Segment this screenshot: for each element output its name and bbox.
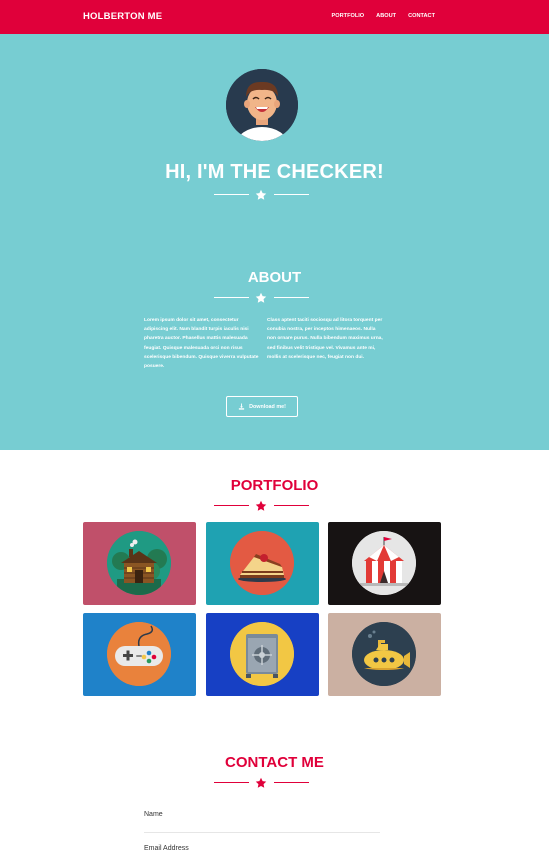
portfolio-title: PORTFOLIO	[230, 477, 319, 494]
nav-link-about[interactable]: ABOUT	[376, 13, 396, 19]
download-button[interactable]: Download me!	[226, 396, 298, 417]
about-text-right: Class aptent taciti sociosqu ad litora t…	[267, 318, 383, 360]
star-icon	[255, 292, 267, 303]
safe-icon	[230, 622, 294, 686]
name-field[interactable]	[144, 820, 380, 842]
avatar-illustration	[226, 69, 298, 141]
star-icon	[255, 500, 267, 511]
portfolio-tile-safe[interactable]	[206, 613, 319, 696]
portfolio-tile-circus-tent[interactable]	[328, 522, 441, 605]
portfolio-divider	[214, 500, 309, 512]
nav-links: PORTFOLIO ABOUT CONTACT	[332, 13, 435, 19]
name-field-label: Name	[144, 811, 163, 818]
star-icon	[255, 189, 267, 200]
navbar: HOLBERTON ME PORTFOLIO ABOUT CONTACT	[0, 0, 549, 34]
cake-icon	[230, 531, 294, 595]
brand-logo[interactable]: HOLBERTON ME	[83, 11, 162, 22]
contact-title: CONTACT ME	[225, 754, 324, 771]
circus-tent-icon	[352, 531, 416, 595]
hero-title: HI, I'M THE CHECKER!	[165, 161, 384, 183]
contact-divider	[214, 777, 309, 789]
about-text-left: Lorem ipsum dolor sit amet, consectetur …	[144, 318, 259, 370]
name-field-underline	[144, 832, 380, 833]
avatar	[226, 69, 298, 141]
download-icon	[238, 403, 245, 410]
nav-link-portfolio[interactable]: PORTFOLIO	[332, 13, 365, 19]
download-button-label: Download me!	[249, 403, 286, 410]
portfolio-tile-game-controller[interactable]	[83, 613, 196, 696]
portfolio-tile-cabin[interactable]	[83, 522, 196, 605]
hero-divider	[214, 189, 309, 201]
page: HOLBERTON ME PORTFOLIO ABOUT CONTACT HI,…	[0, 0, 549, 854]
nav-link-contact[interactable]: CONTACT	[408, 13, 435, 19]
cabin-icon	[107, 531, 171, 595]
hero-section: HI, I'M THE CHECKER! ABOUT Lorem ipsum d…	[0, 34, 549, 450]
game-controller-icon	[107, 622, 171, 686]
email-field-label: Email Address	[144, 845, 189, 852]
star-icon	[255, 777, 267, 788]
portfolio-tile-submarine[interactable]	[328, 613, 441, 696]
about-title: ABOUT	[247, 269, 302, 286]
submarine-icon	[352, 622, 416, 686]
about-divider	[214, 292, 309, 304]
portfolio-tile-cake[interactable]	[206, 522, 319, 605]
